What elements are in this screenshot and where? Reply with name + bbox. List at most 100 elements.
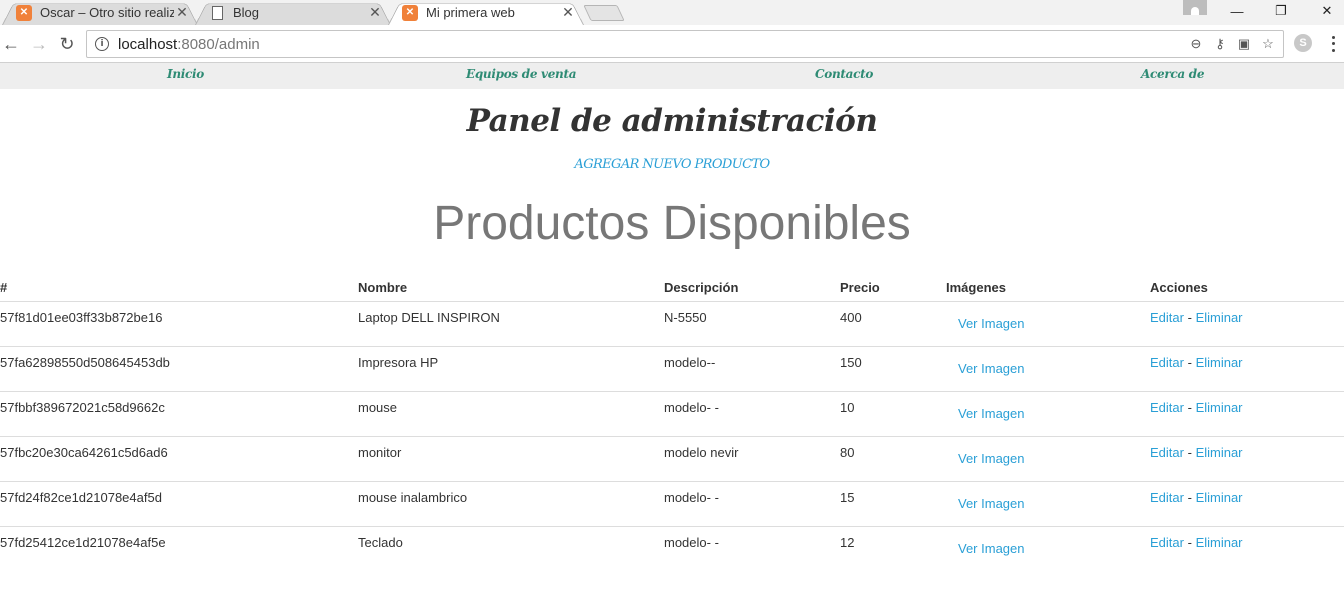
tab-title: Blog [233,5,260,20]
edit-link[interactable]: Editar [1150,355,1184,370]
actions-cell: Editar - Eliminar [1150,391,1344,437]
delete-link[interactable]: Eliminar [1196,535,1243,550]
tab-title: Mi primera web [426,5,515,20]
product-price: 15 [840,481,946,527]
column-header-id: # [0,270,358,302]
delete-link[interactable]: Eliminar [1196,490,1243,505]
product-name: mouse [358,391,664,437]
products-table: # Nombre Descripción Precio Imágenes Acc… [0,270,1344,571]
column-header-actions: Acciones [1150,270,1344,302]
action-separator: - [1187,399,1192,415]
document-icon [209,5,225,21]
action-separator: - [1187,489,1192,505]
back-icon[interactable]: ← [0,33,22,55]
browser-tab-blog[interactable]: Blog ✕ [195,0,391,26]
actions-cell: Editar - Eliminar [1150,526,1344,571]
zoom-icon[interactable]: ⊖ [1187,35,1205,53]
product-id: 57fbc20e30ca64261c5d6ad6 [0,436,358,482]
product-id: 57fd24f82ce1d21078e4af5d [0,481,358,527]
view-image-button[interactable]: Ver Imagen [958,451,1025,466]
delete-link[interactable]: Eliminar [1196,355,1243,370]
table-header-row: # Nombre Descripción Precio Imágenes Acc… [0,270,1344,302]
column-header-images: Imágenes [946,270,1150,302]
product-description: modelo- - [664,391,840,437]
product-description: modelo-- [664,346,840,392]
product-name: Laptop DELL INSPIRON [358,301,664,347]
products-heading: Productos Disponibles [433,197,911,250]
close-window-icon[interactable]: ✕ [1314,0,1340,22]
product-description: modelo nevir [664,436,840,482]
add-product-link[interactable]: AGREGAR NUEVO PRODUCTO [0,157,1344,172]
table-row: 57fbc20e30ca64261c5d6ad6 monitor modelo … [0,436,1344,482]
translate-icon[interactable]: ▣ [1235,35,1253,53]
product-id: 57fa62898550d508645453db [0,346,358,392]
view-image-button[interactable]: Ver Imagen [958,361,1025,376]
xampp-icon: ✕ [16,4,32,21]
images-cell: Ver Imagen [946,481,1150,527]
column-header-name: Nombre [358,270,664,302]
table-row: 57fd24f82ce1d21078e4af5d mouse inalambri… [0,481,1344,527]
close-tab-icon[interactable]: ✕ [367,4,383,21]
action-separator: - [1187,354,1192,370]
reload-icon[interactable]: ↻ [56,33,78,55]
product-price: 12 [840,534,855,550]
key-icon[interactable]: ⚷ [1211,35,1229,53]
address-bar[interactable]: i localhost:8080/admin ⊖ ⚷ ▣ ☆ [86,30,1284,58]
actions-cell: Editar - Eliminar [1150,436,1344,482]
product-id: 57fd25412ce1d21078e4af5e [0,534,166,550]
view-image-button[interactable]: Ver Imagen [958,316,1025,331]
view-image-button[interactable]: Ver Imagen [958,496,1025,511]
tab-title: Oscar – Otro sitio realiza [40,5,174,20]
delete-link[interactable]: Eliminar [1196,445,1243,460]
product-name: Impresora HP [358,346,664,392]
action-separator: - [1187,444,1192,460]
bookmark-star-icon[interactable]: ☆ [1259,35,1277,53]
url-text: localhost:8080/admin [118,35,260,53]
nav-inicio[interactable]: Inicio [167,67,204,81]
site-nav: Inicio Equipos de venta Contacto Acerca … [0,63,1344,89]
browser-menu-icon[interactable] [1328,34,1338,54]
info-icon[interactable]: i [95,37,109,51]
action-separator: - [1187,534,1192,550]
table-row: 57f81d01ee03ff33b872be16 Laptop DELL INS… [0,301,1344,347]
browser-toolbar: ← → ↻ i localhost:8080/admin ⊖ ⚷ ▣ ☆ [0,25,1344,63]
new-tab-button[interactable] [583,5,625,21]
images-cell: Ver Imagen [946,391,1150,437]
delete-link[interactable]: Eliminar [1196,400,1243,415]
product-price: 150 [840,346,946,392]
column-header-description: Descripción [664,270,840,302]
images-cell: Ver Imagen [946,526,1150,571]
product-description: modelo- - [664,481,840,527]
product-price: 10 [840,391,946,437]
view-image-button[interactable]: Ver Imagen [958,541,1025,556]
delete-link[interactable]: Eliminar [1196,310,1243,325]
table-row: 57fd25412ce1d21078e4af5e Teclado modelo-… [0,526,1344,571]
forward-icon[interactable]: → [28,33,50,55]
edit-link[interactable]: Editar [1150,445,1184,460]
edit-link[interactable]: Editar [1150,400,1184,415]
skype-icon[interactable]: S [1294,34,1312,52]
product-name: monitor [358,436,664,482]
page-title: Panel de administración [466,103,878,139]
product-id: 57fbbf389672021c58d9662c [0,391,358,437]
product-name: Teclado [358,534,403,550]
restore-icon[interactable]: ❐ [1268,0,1294,22]
nav-acerca-de[interactable]: Acerca de [1141,67,1204,81]
images-cell: Ver Imagen [946,346,1150,392]
browser-tab-oscar[interactable]: ✕ Oscar – Otro sitio realiza ✕ [2,0,198,26]
table-row: 57fbbf389672021c58d9662c mouse modelo- -… [0,391,1344,437]
edit-link[interactable]: Editar [1150,490,1184,505]
edit-link[interactable]: Editar [1150,535,1184,550]
close-tab-icon[interactable]: ✕ [560,4,576,21]
minimize-icon[interactable]: — [1224,0,1250,22]
close-tab-icon[interactable]: ✕ [174,4,190,21]
actions-cell: Editar - Eliminar [1150,346,1344,392]
browser-tab-mi-primera-web[interactable]: ✕ Mi primera web ✕ [388,0,584,26]
nav-equipos-de-venta[interactable]: Equipos de venta [466,67,577,81]
profile-icon[interactable] [1183,0,1207,15]
edit-link[interactable]: Editar [1150,310,1184,325]
nav-contacto[interactable]: Contacto [815,67,873,81]
view-image-button[interactable]: Ver Imagen [958,406,1025,421]
tab-strip: ✕ Oscar – Otro sitio realiza ✕ Blog ✕ ✕ … [0,0,1344,26]
images-cell: Ver Imagen [946,301,1150,347]
